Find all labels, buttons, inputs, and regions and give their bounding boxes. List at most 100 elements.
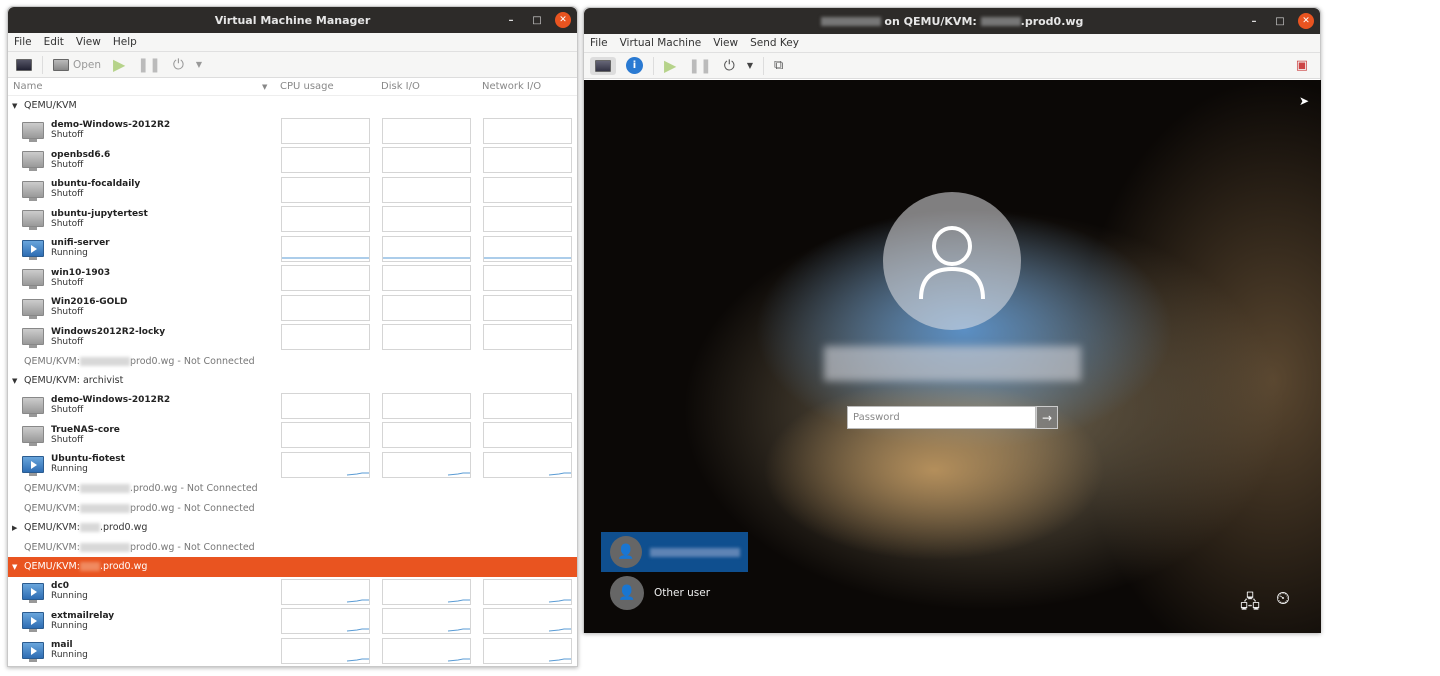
disk-graph	[382, 324, 471, 350]
chevron-down-icon[interactable]: ▼	[12, 102, 24, 110]
col-network[interactable]: Network I/O	[482, 81, 541, 92]
disk-graph	[382, 147, 471, 173]
vm-display[interactable]: Password → 👤 👤 Other user 🖧 ⏲ ➤	[584, 80, 1321, 633]
connection-group[interactable]: ▼ QEMU/KVM: .prod0.wg	[8, 557, 577, 577]
connection-group[interactable]: ▼ QEMU/KVM: archivist	[8, 371, 577, 391]
connection-label: QEMU/KVM:	[24, 522, 80, 534]
vm-monitor-icon	[22, 121, 44, 142]
power-icon[interactable]: ⏻	[171, 55, 186, 75]
vm-row[interactable]: mail Running	[8, 636, 577, 666]
vm-row[interactable]: demo-Windows-2012R2 Shutoff	[8, 391, 577, 421]
connection-row[interactable]: QEMU/KVM: .prod0.wg - Not Connected	[8, 479, 577, 499]
connection-row[interactable]: QEMU/KVM: prod0.wg - Not Connected	[8, 352, 577, 372]
col-cpu[interactable]: CPU usage	[280, 81, 381, 92]
vm-name: win10-1903	[51, 267, 111, 278]
disk-graph	[382, 451, 471, 478]
connection-row[interactable]: QEMU/KVM: prod0.wg - Not Connected	[8, 538, 577, 558]
submit-arrow-button[interactable]: →	[1036, 406, 1058, 429]
vm-name-blurred	[820, 16, 881, 26]
window-title: Virtual Machine Manager	[214, 13, 371, 27]
col-name[interactable]: Name	[8, 81, 262, 92]
vm-name: demo-Windows-2012R2	[51, 120, 171, 131]
network-icon[interactable]: 🖧	[1240, 590, 1260, 620]
vm-monitor-icon	[22, 210, 44, 231]
disk-graph	[382, 637, 471, 664]
col-disk[interactable]: Disk I/O	[381, 81, 482, 92]
vm-row[interactable]: unifi-server Running	[8, 234, 577, 264]
close-button[interactable]: ✕	[555, 12, 571, 28]
network-graph	[483, 294, 572, 321]
vm-row[interactable]: demo-Windows-2012R2 Shutoff	[8, 116, 577, 146]
user-tile-other[interactable]: 👤 Other user	[610, 576, 710, 610]
title-bar[interactable]: Virtual Machine Manager – □ ✕	[8, 7, 577, 33]
snapshots-button[interactable]: ⧉	[772, 56, 785, 75]
open-label: Open	[73, 58, 102, 71]
power-icon[interactable]: ⏻	[722, 56, 737, 76]
menu-item[interactable]: Virtual Machine	[620, 37, 702, 49]
network-graph	[483, 422, 572, 448]
cpu-graph	[281, 147, 370, 173]
run-button[interactable]: ▶	[111, 53, 127, 76]
menu-item[interactable]: File	[590, 37, 608, 49]
connection-group[interactable]: ▼ QEMU/KVM	[8, 96, 577, 116]
chevron-down-icon[interactable]: ▼	[12, 377, 24, 385]
minimize-button[interactable]: –	[503, 12, 519, 28]
run-button[interactable]: ▶	[662, 54, 678, 77]
vm-row[interactable]: dc0 Running	[8, 577, 577, 607]
vm-status: Running	[51, 248, 88, 259]
vm-row[interactable]: Win2016-GOLD Shutoff	[8, 293, 577, 323]
menu-item[interactable]: Send Key	[750, 37, 799, 49]
vm-row[interactable]: Ubuntu-fiotest Running	[8, 450, 577, 480]
sort-chevron-icon: ▼	[262, 82, 268, 91]
title-bar[interactable]: on QEMU/KVM: .prod0.wg – □ ✕	[584, 8, 1320, 34]
network-graph	[483, 637, 572, 664]
vm-name: Ubuntu-fiotest	[51, 454, 125, 465]
vm-status: Shutoff	[51, 307, 84, 318]
maximize-button[interactable]: □	[529, 12, 545, 28]
menu-item[interactable]: View	[76, 36, 101, 48]
pause-button[interactable]: ❚❚	[686, 56, 713, 76]
password-field[interactable]: Password	[847, 406, 1036, 429]
maximize-button[interactable]: □	[1272, 13, 1288, 29]
console-window: on QEMU/KVM: .prod0.wg – □ ✕ File Virtual M…	[583, 7, 1321, 633]
ease-of-access-icon[interactable]: ⏲	[1276, 588, 1290, 609]
connection-row[interactable]: QEMU/KVM: prod0.wg - Not Connected	[8, 499, 577, 519]
new-vm-button[interactable]	[14, 57, 34, 73]
cpu-graph	[281, 176, 370, 203]
fullscreen-button[interactable]: ▣	[1294, 56, 1310, 75]
vm-row[interactable]: Windows2012R2-locky Shutoff	[8, 322, 577, 352]
vm-info: ubuntu-jupytertest Shutoff	[51, 209, 148, 229]
cpu-graph	[281, 265, 370, 291]
vm-row[interactable]: ubuntu-jupytertest Shutoff	[8, 204, 577, 234]
chevron-down-icon[interactable]: ▼	[12, 563, 24, 571]
connection-group[interactable]: ▶ QEMU/KVM: .prod0.wg	[8, 518, 577, 538]
vm-row[interactable]: TrueNAS-core Shutoff	[8, 420, 577, 450]
menu-item[interactable]: View	[713, 37, 738, 49]
chevron-right-icon[interactable]: ▶	[12, 524, 24, 532]
menu-item[interactable]: File	[14, 36, 32, 48]
console-view-button[interactable]	[590, 56, 616, 75]
menu-item[interactable]: Edit	[44, 36, 64, 48]
user-tile-selected[interactable]: 👤	[601, 532, 748, 572]
vm-row[interactable]: ubuntu-focaldaily Shutoff	[8, 175, 577, 205]
user-avatar	[883, 192, 1021, 330]
close-button[interactable]: ✕	[1298, 13, 1314, 29]
vm-row[interactable]: openbsd6.6 Shutoff	[8, 145, 577, 175]
power-menu-chevron-icon[interactable]: ▼	[745, 59, 755, 72]
vm-row[interactable]: win10-1903 Shutoff	[8, 263, 577, 293]
power-menu-chevron-icon[interactable]: ▼	[194, 58, 204, 71]
host-blurred	[79, 356, 130, 366]
pause-button[interactable]: ❚❚	[135, 55, 162, 75]
minimize-button[interactable]: –	[1246, 13, 1262, 29]
vm-name: openbsd6.6	[51, 149, 111, 160]
vm-monitor-icon	[22, 455, 44, 476]
open-button[interactable]: Open	[51, 57, 103, 73]
details-button[interactable]: i	[624, 55, 645, 76]
vm-info: TrueNAS-core Shutoff	[51, 425, 120, 445]
vm-name: mail	[51, 640, 73, 651]
connection-label: QEMU/KVM:	[24, 483, 80, 495]
menu-item[interactable]: Help	[113, 36, 137, 48]
cpu-graph	[281, 637, 370, 664]
vm-row[interactable]: extmailrelay Running	[8, 606, 577, 636]
cpu-graph	[281, 608, 370, 634]
